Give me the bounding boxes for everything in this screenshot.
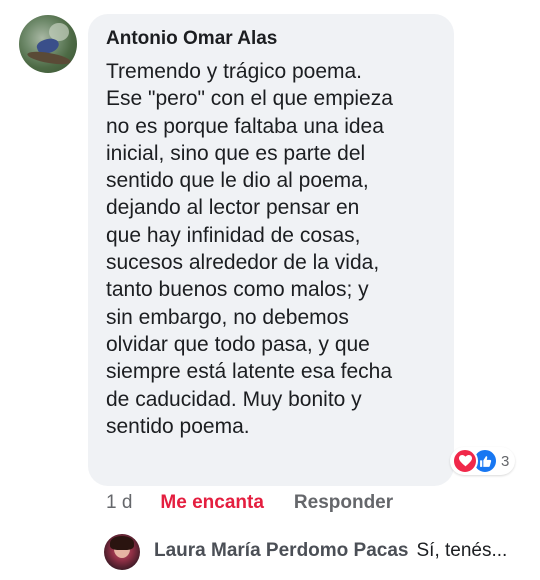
comment-line: sin embargo, no debemos (106, 305, 349, 329)
comment-line: olvidar que todo pasa, y que (106, 332, 370, 356)
comment-line: de caducidad. Muy bonito y (106, 387, 362, 411)
comment-line: dejando al lector pensar en (106, 196, 360, 220)
comment-author-name[interactable]: Antonio Omar Alas (106, 28, 277, 50)
reaction-count: 3 (501, 452, 510, 470)
comment-line: tanto buenos como malos; y (106, 278, 369, 302)
comment-actions: 1 d Me encanta Responder (106, 492, 393, 514)
love-reaction-button[interactable]: Me encanta (160, 492, 263, 514)
comment-line: no es porque faltaba una idea (106, 114, 384, 138)
comment-line: sentido poema. (106, 414, 250, 438)
comment-line: Ese "pero" con el que empieza (106, 87, 393, 111)
comment-line: que hay infinidad de cosas, (106, 223, 361, 247)
reply-snippet: Sí, tenés... (416, 540, 508, 561)
love-icon (452, 448, 478, 474)
reply-author-name[interactable]: Laura María Perdomo Pacas (154, 540, 409, 561)
comment-line: Tremendo y trágico poema. (106, 60, 363, 83)
comment-line: sentido que le dio al poema, (106, 169, 369, 193)
comment-timestamp[interactable]: 1 d (106, 492, 132, 514)
comment-line: siempre está latente esa fecha (106, 360, 393, 384)
reactions-summary[interactable]: 3 (450, 447, 516, 475)
reply-button[interactable]: Responder (294, 492, 393, 514)
comment-text: Tremendo y trágico poema. Ese "pero" con… (106, 58, 426, 440)
comment-line: sucesos alrededor de la vida, (106, 251, 380, 275)
avatar-hair (110, 536, 134, 550)
author-avatar[interactable] (19, 15, 77, 73)
reply-author-avatar[interactable] (104, 534, 140, 570)
reply-preview[interactable]: Laura María Perdomo Pacas Sí, tenés... (154, 540, 507, 562)
comment-line: inicial, sino que es parte del (106, 141, 366, 165)
